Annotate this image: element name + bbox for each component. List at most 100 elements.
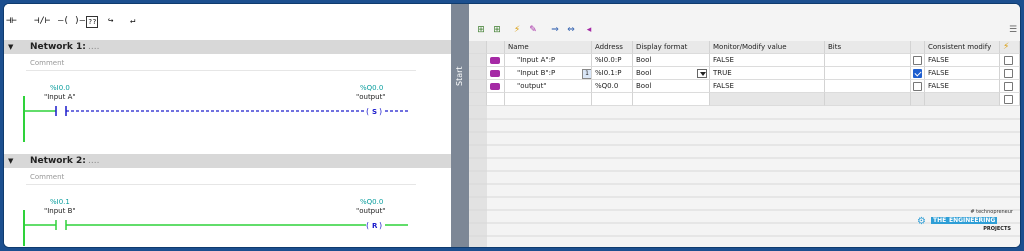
name-cell-empty[interactable] (505, 93, 592, 106)
consistent-modify-cell[interactable]: FALSE (925, 80, 1000, 93)
network-2-label: Network 2: (30, 156, 86, 166)
force-cell[interactable] (1000, 67, 1020, 80)
format-column-header[interactable]: Display format (633, 41, 710, 54)
force-checkbox[interactable] (1004, 95, 1013, 104)
force-cell[interactable] (1000, 80, 1020, 93)
menu-icon[interactable]: ☰ (1007, 25, 1019, 35)
format-dropdown-icon[interactable] (697, 69, 707, 78)
monitor-value-column-header[interactable]: Monitor/Modify value (710, 41, 825, 54)
network-1-title[interactable]: .... (88, 40, 99, 54)
table-row[interactable]: "output" %Q0.0 Bool FALSE FALSE (469, 80, 1020, 93)
table-row-new[interactable] (469, 93, 1020, 106)
name-cell[interactable]: "Input A":P (505, 54, 592, 67)
format-cell[interactable]: Bool (633, 67, 710, 80)
trigger-modify-icon[interactable]: ✎ (527, 25, 539, 35)
modify-checkbox-checked[interactable] (913, 69, 922, 78)
network-1-comment[interactable]: Comment (26, 56, 416, 71)
address-cell[interactable]: %I0.0:P (592, 54, 633, 67)
row-gutter (469, 80, 487, 93)
gutter-header (469, 41, 487, 54)
monitor-all-icon[interactable]: ⇒ (549, 25, 561, 35)
format-cell[interactable]: Bool (633, 54, 710, 67)
name-cell[interactable]: "Input B":P 1 (505, 67, 592, 80)
tag-icon-cell (487, 67, 505, 80)
modify-check-cell[interactable] (911, 80, 925, 93)
coil-paren-open: ( (366, 221, 369, 230)
coil-type: S (372, 108, 377, 116)
modify-check-cell[interactable] (911, 54, 925, 67)
network-1-rung[interactable]: ( S ) (4, 96, 451, 146)
coil-type: R (372, 222, 378, 230)
contact-address: %I0.1 (50, 198, 70, 206)
table-row[interactable]: "Input B":P 1 %I0.1:P Bool TRUE FALSE (469, 67, 1020, 80)
open-branch-icon[interactable]: ↪ (108, 14, 113, 28)
name-column-header[interactable]: Name (505, 41, 592, 54)
address-cell-empty[interactable] (592, 93, 633, 106)
logo-the: THE (931, 217, 949, 224)
tag-icon (490, 70, 500, 77)
network-2-title[interactable]: .... (88, 154, 99, 168)
force-icon[interactable]: ◂ (583, 25, 595, 35)
monitor-value-cell[interactable]: TRUE (710, 67, 825, 80)
collapse-icon[interactable]: ▼ (8, 40, 13, 54)
address-cell[interactable]: %I0.1:P (592, 67, 633, 80)
monitor-value-cell[interactable]: FALSE (710, 80, 825, 93)
network-2-header[interactable]: ▼ Network 2: .... (4, 154, 451, 168)
coil-paren-open: ( (366, 107, 369, 116)
watch-toolbar: ⊞ ⊞ ⚡ ✎ ⇒ ⇔ ◂ ☰ (469, 4, 1020, 40)
row-gutter (469, 54, 487, 67)
nc-contact-icon[interactable]: ⊣/⊢ (34, 14, 50, 28)
consistent-modify-cell[interactable]: FALSE (925, 54, 1000, 67)
contact-address: %I0.0 (50, 84, 70, 92)
network-2-rung[interactable]: ( R ) (4, 210, 451, 246)
monitor-value-cell[interactable]: FALSE (710, 54, 825, 67)
row-gutter (469, 93, 487, 106)
comment-text: Comment (30, 173, 65, 181)
modify-checkbox[interactable] (913, 56, 922, 65)
comment-text: Comment (30, 59, 65, 67)
force-cell[interactable] (1000, 93, 1020, 106)
table-header: Name Address Display format Monitor/Modi… (469, 41, 1020, 54)
modify-checkbox[interactable] (913, 82, 922, 91)
address-column-header[interactable]: Address (592, 41, 633, 54)
name-cell[interactable]: "output" (505, 80, 592, 93)
watch-table-pane: ⊞ ⊞ ⚡ ✎ ⇒ ⇔ ◂ ☰ Name Address Display for… (469, 4, 1020, 247)
no-contact-icon[interactable]: ⊣⊢ (6, 14, 17, 28)
logo-engineering: ENGINEERING (947, 217, 998, 224)
empty-cell (487, 93, 505, 106)
add-row-icon[interactable]: ⊞ (491, 25, 503, 35)
address-cell[interactable]: %Q0.0 (592, 80, 633, 93)
splitter-bar[interactable]: Start (451, 4, 469, 247)
coil-paren-close: ) (379, 221, 382, 230)
empty-cell (925, 93, 1000, 106)
consistent-modify-cell[interactable]: FALSE (925, 67, 1000, 80)
force-checkbox[interactable] (1004, 69, 1013, 78)
icon-column-header (487, 41, 505, 54)
collapse-icon[interactable]: ▼ (8, 154, 13, 168)
modify-check-cell[interactable] (911, 67, 925, 80)
insert-row-icon[interactable]: ⊞ (475, 25, 487, 35)
bits-column-header[interactable]: Bits (825, 41, 911, 54)
tag-picker-button[interactable]: 1 (582, 69, 591, 79)
table-row[interactable]: "Input A":P %I0.0:P Bool FALSE FALSE (469, 54, 1020, 67)
consistent-modify-column-header[interactable]: Consistent modify (925, 41, 1000, 54)
network-2-comment[interactable]: Comment (26, 170, 416, 185)
tag-icon-cell (487, 80, 505, 93)
row-gutter (469, 67, 487, 80)
format-cell-empty[interactable] (633, 93, 710, 106)
coil-icon[interactable]: –( )– (58, 14, 85, 28)
force-cell[interactable] (1000, 54, 1020, 67)
empty-box-icon[interactable]: ?? (86, 16, 99, 28)
network-1-header[interactable]: ▼ Network 1: .... (4, 40, 451, 54)
start-tab[interactable]: Start (453, 56, 467, 96)
modify-now-icon[interactable]: ⚡ (511, 25, 523, 35)
force-column-header: ⚡ (1000, 41, 1020, 54)
force-checkbox[interactable] (1004, 56, 1013, 65)
format-cell[interactable]: Bool (633, 80, 710, 93)
monitor-value-cell-empty[interactable] (710, 93, 825, 106)
force-checkbox[interactable] (1004, 82, 1013, 91)
bits-cell (825, 67, 911, 80)
close-branch-icon[interactable]: ↵ (130, 14, 135, 28)
monitor-now-icon[interactable]: ⇔ (565, 25, 577, 35)
format-text: Bool (636, 69, 652, 77)
